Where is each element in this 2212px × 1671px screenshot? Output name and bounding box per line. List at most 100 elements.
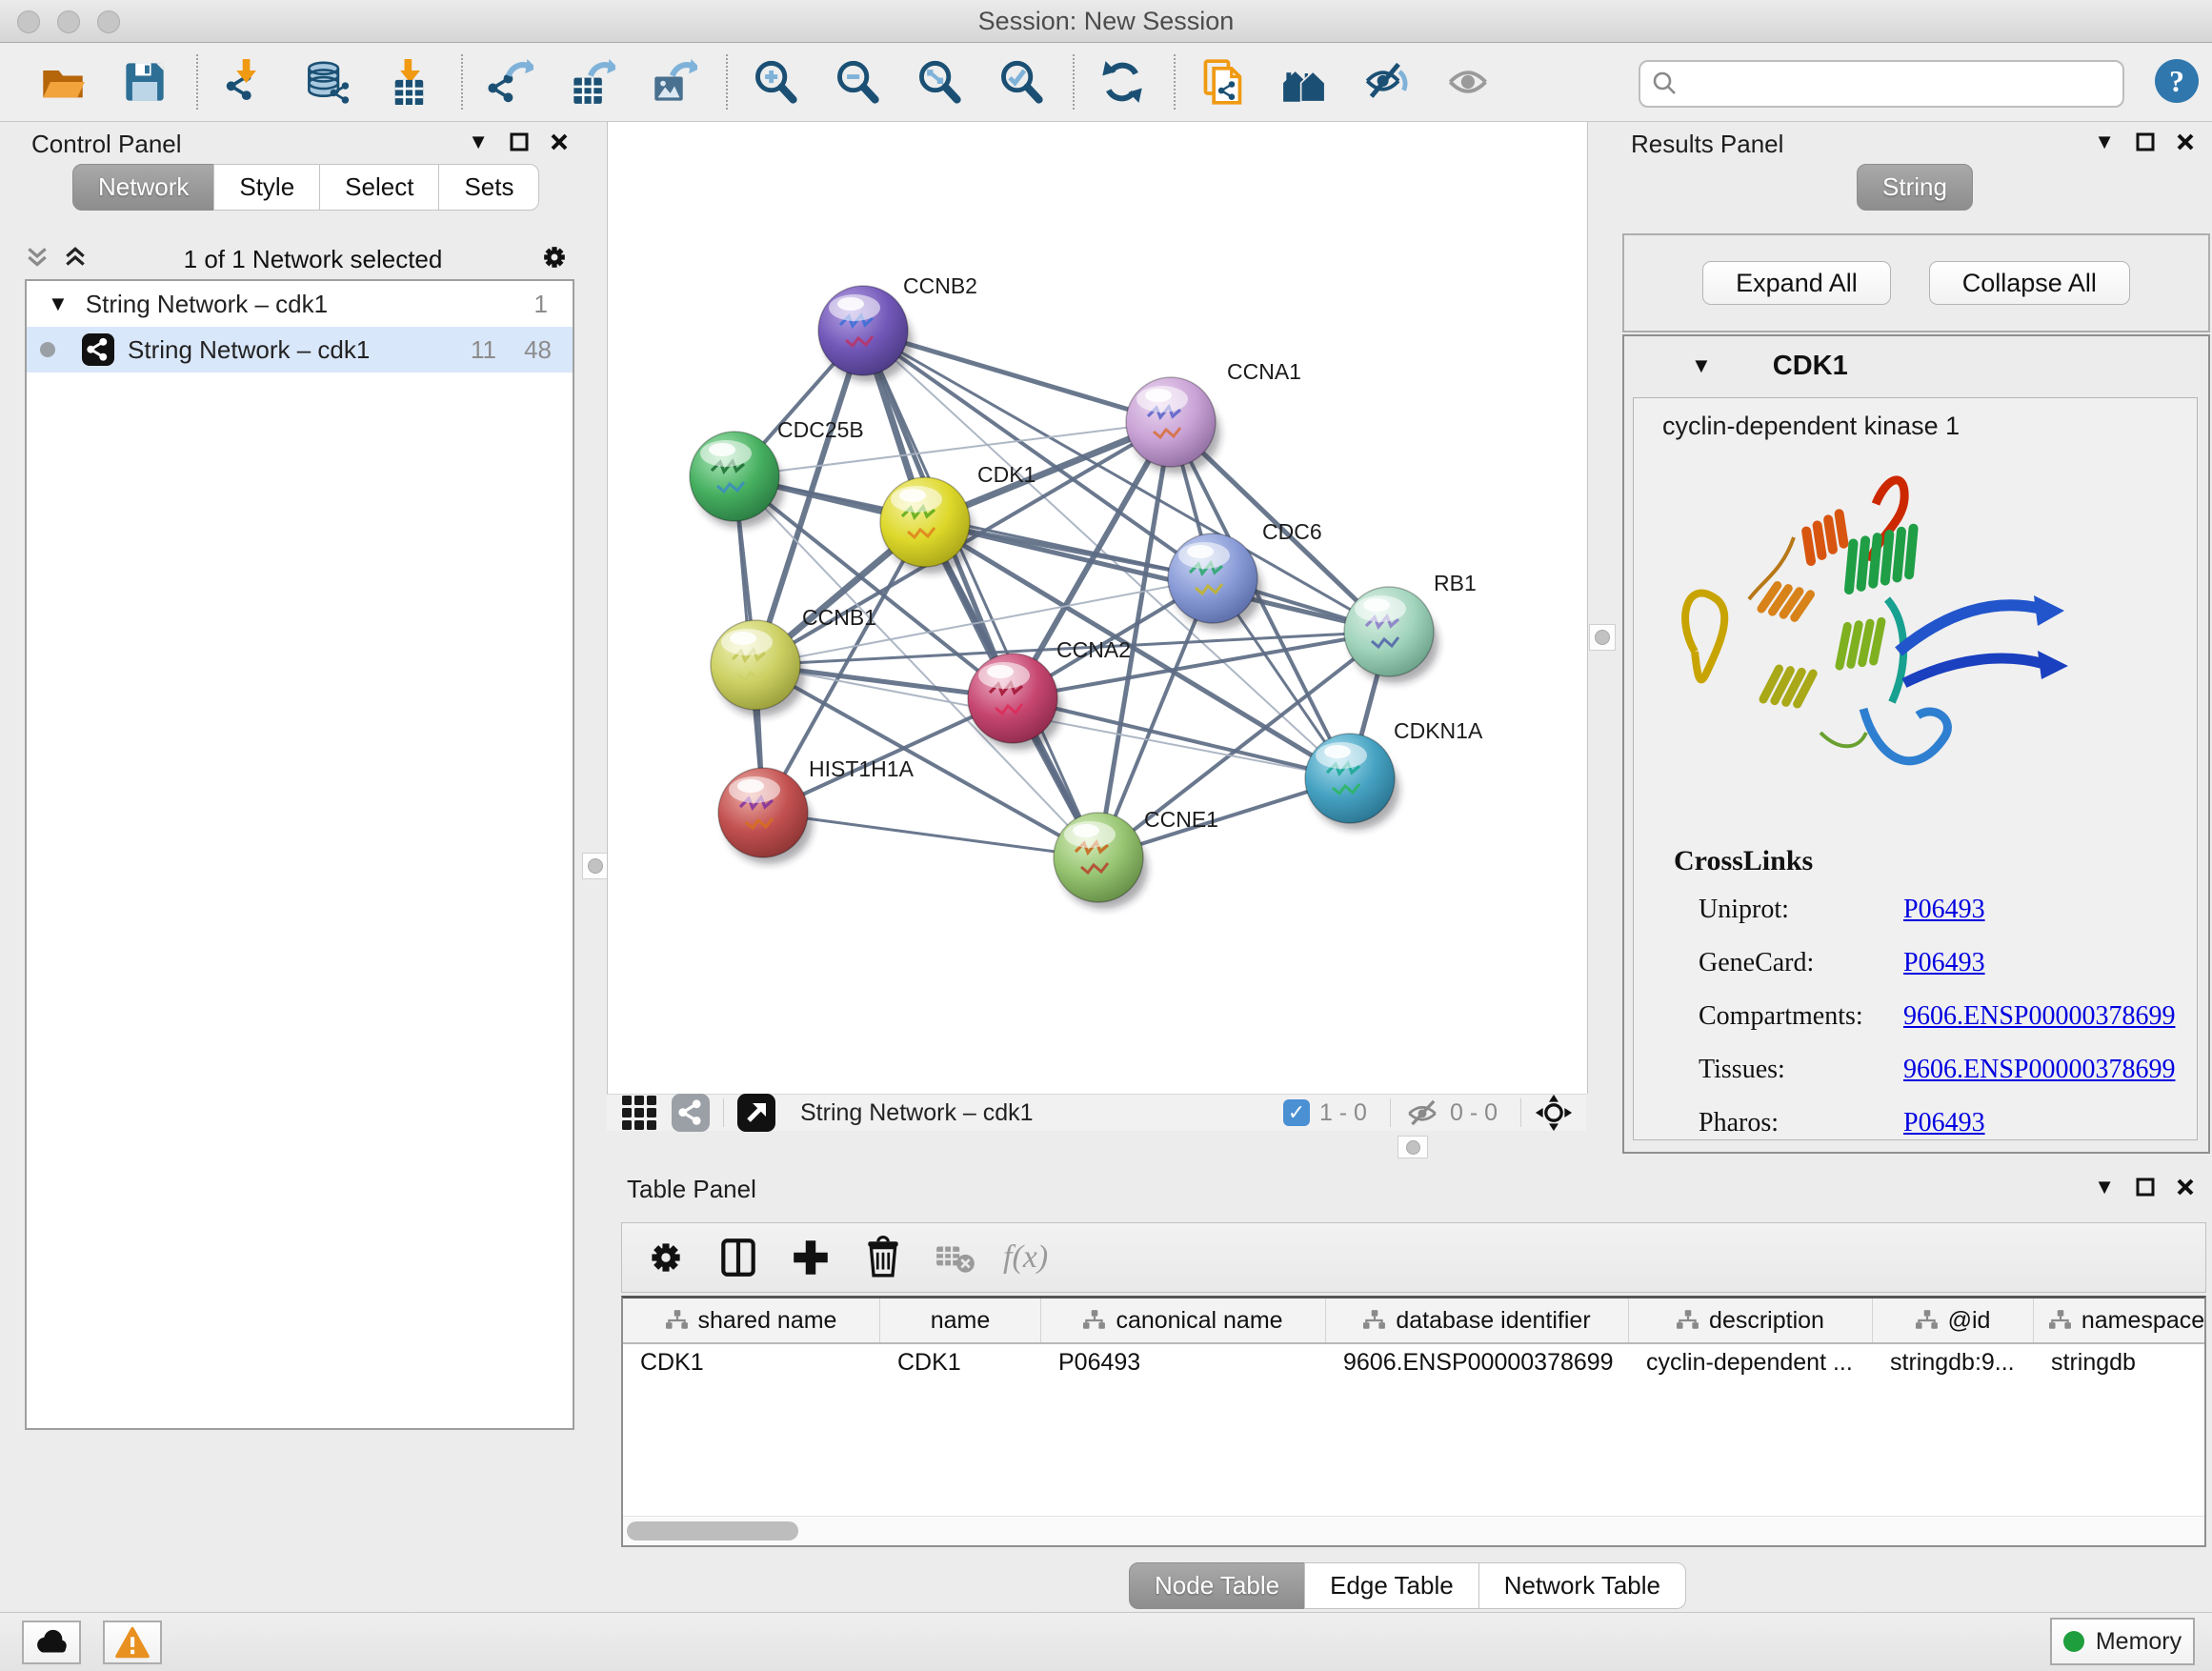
table-panel-menu-icon[interactable]: ▼	[2094, 1175, 2115, 1199]
export-table-button[interactable]	[566, 55, 619, 109]
crosslink-value-link[interactable]: 9606.ENSP00000378699	[1903, 1055, 2175, 1085]
edge-HIST1H1A-CCNE1[interactable]	[763, 813, 1098, 857]
network-row[interactable]: String Network – cdk1 11 48	[27, 327, 573, 372]
tab-string[interactable]: String	[1857, 164, 1973, 211]
tab-network-table[interactable]: Network Table	[1478, 1562, 1686, 1609]
network-collection-row[interactable]: ▼ String Network – cdk1 1	[27, 281, 573, 327]
node-HIST1H1A[interactable]: HIST1H1A	[718, 756, 915, 864]
zoom-in-button[interactable]	[749, 55, 802, 109]
cell-canonical-name[interactable]: P06493	[1041, 1344, 1326, 1380]
control-panel-close-icon[interactable]	[550, 132, 569, 151]
node-CDC6[interactable]: CDC6	[1168, 519, 1322, 630]
control-panel-title: Control Panel	[31, 130, 182, 159]
tab-network[interactable]: Network	[72, 164, 214, 211]
gene-expand-icon[interactable]: ▼	[1691, 353, 1712, 378]
zoom-selected-button[interactable]	[995, 55, 1048, 109]
column-header--id[interactable]: @id	[1873, 1299, 2034, 1342]
current-network-name: String Network – cdk1	[800, 1099, 1283, 1127]
crosslink-value-link[interactable]: P06493	[1903, 895, 1985, 925]
export-network-button[interactable]	[484, 55, 537, 109]
column-header-database-identifier[interactable]: database identifier	[1326, 1299, 1629, 1342]
results-panel-float-icon[interactable]	[2136, 132, 2155, 151]
memory-button[interactable]: Memory	[2050, 1618, 2195, 1665]
cloud-button[interactable]	[22, 1621, 81, 1664]
cell-shared-name[interactable]: CDK1	[623, 1344, 880, 1380]
results-panel-close-icon[interactable]	[2176, 132, 2195, 151]
warnings-button[interactable]	[103, 1621, 162, 1664]
tab-node-table[interactable]: Node Table	[1129, 1562, 1305, 1609]
table-panel-close-icon[interactable]	[2176, 1178, 2195, 1197]
detach-view-icon[interactable]	[737, 1094, 775, 1132]
add-column-icon[interactable]	[786, 1232, 837, 1283]
import-network-from-database-button[interactable]	[301, 55, 354, 109]
column-header-shared-name[interactable]: shared name	[623, 1299, 880, 1342]
apply-preferred-layout-button[interactable]	[1096, 55, 1149, 109]
delete-column-icon[interactable]	[858, 1232, 910, 1283]
cell-name[interactable]: CDK1	[880, 1344, 1041, 1380]
cell--id[interactable]: stringdb:9...	[1873, 1344, 2034, 1380]
column-header-name[interactable]: name	[880, 1299, 1041, 1342]
import-network-from-file-icon	[223, 59, 269, 105]
left-splitter-handle[interactable]	[582, 853, 609, 879]
import-network-from-file-button[interactable]	[219, 55, 272, 109]
hide-graphics-details-button[interactable]	[1360, 55, 1414, 109]
table-options-gear-icon[interactable]	[641, 1232, 693, 1283]
network-badge-icon[interactable]	[672, 1094, 710, 1132]
node-CDK1[interactable]: CDK1	[880, 462, 1036, 574]
node-CDKN1A[interactable]: CDKN1A	[1305, 718, 1483, 830]
column-header-namespace[interactable]: namespace	[2034, 1299, 2206, 1342]
right-splitter-handle[interactable]	[1589, 624, 1616, 651]
scrollbar-thumb[interactable]	[627, 1521, 798, 1540]
column-header-canonical-name[interactable]: canonical name	[1041, 1299, 1326, 1342]
expand-all-button[interactable]: Expand All	[1702, 261, 1891, 305]
toolbar-separator	[196, 54, 198, 110]
column-header-description[interactable]: description	[1629, 1299, 1873, 1342]
network-overview-button[interactable]	[1278, 55, 1332, 109]
node-CCNE1[interactable]: CCNE1	[1054, 807, 1218, 909]
hidden-eye-icon[interactable]	[1404, 1097, 1440, 1129]
search-input[interactable]	[1679, 70, 2122, 99]
node-CCNA1[interactable]: CCNA1	[1126, 359, 1301, 473]
cell-description[interactable]: cyclin-dependent ...	[1629, 1344, 1873, 1380]
grid-view-icon[interactable]	[622, 1096, 656, 1130]
table-row[interactable]: CDK1CDK1P064939606.ENSP00000378699cyclin…	[623, 1344, 2204, 1380]
crosslink-value-link[interactable]: 9606.ENSP00000378699	[1903, 1001, 2175, 1032]
open-session-button[interactable]	[36, 55, 90, 109]
results-panel-menu-icon[interactable]: ▼	[2094, 130, 2115, 154]
export-image-button[interactable]	[648, 55, 701, 109]
collection-expand-icon[interactable]: ▼	[48, 292, 69, 316]
gene-section-header[interactable]: ▼ CDK1	[1624, 336, 2208, 395]
control-panel-float-icon[interactable]	[510, 132, 529, 151]
network-canvas[interactable]: CCNB2 CCNA1 CDC25B CDK1 CDC6 RB1	[607, 122, 1588, 1094]
zoom-out-button[interactable]	[831, 55, 884, 109]
node-RB1[interactable]: RB1	[1344, 571, 1477, 683]
network-options-gear-icon[interactable]	[538, 241, 571, 278]
cell-namespace[interactable]: stringdb	[2034, 1344, 2206, 1380]
crosslink-value-link[interactable]: P06493	[1903, 1108, 1985, 1138]
import-table-from-file-button[interactable]	[383, 55, 436, 109]
expand-all-icon[interactable]	[63, 245, 88, 274]
birds-eye-toggle-icon[interactable]	[1535, 1094, 1573, 1132]
crosslink-value-link[interactable]: P06493	[1903, 948, 1985, 978]
selected-checkbox[interactable]: ✓	[1283, 1099, 1310, 1126]
tab-select[interactable]: Select	[319, 164, 439, 211]
bottom-splitter-handle[interactable]	[1398, 1136, 1428, 1158]
collapse-all-button[interactable]: Collapse All	[1929, 261, 2130, 305]
toolbar-separator	[1174, 54, 1176, 110]
tab-style[interactable]: Style	[213, 164, 320, 211]
cell-database-identifier[interactable]: 9606.ENSP00000378699	[1326, 1344, 1629, 1380]
duplicate-network-button[interactable]	[1196, 55, 1250, 109]
show-graphics-details-button[interactable]	[1442, 55, 1496, 109]
zoom-fit-content-button[interactable]	[913, 55, 966, 109]
table-panel-float-icon[interactable]	[2136, 1178, 2155, 1197]
save-session-button[interactable]	[118, 55, 171, 109]
edge-CCNA2-CDKN1A[interactable]	[1013, 698, 1350, 778]
collapse-all-icon[interactable]	[25, 245, 50, 274]
show-columns-icon[interactable]	[714, 1232, 765, 1283]
node-CCNB2[interactable]: CCNB2	[818, 273, 977, 382]
control-panel-menu-icon[interactable]: ▼	[468, 130, 489, 154]
table-horizontal-scrollbar[interactable]	[623, 1516, 2204, 1545]
tab-edge-table[interactable]: Edge Table	[1304, 1562, 1479, 1609]
help-button[interactable]: ?	[2155, 59, 2199, 103]
tab-sets[interactable]: Sets	[438, 164, 539, 211]
